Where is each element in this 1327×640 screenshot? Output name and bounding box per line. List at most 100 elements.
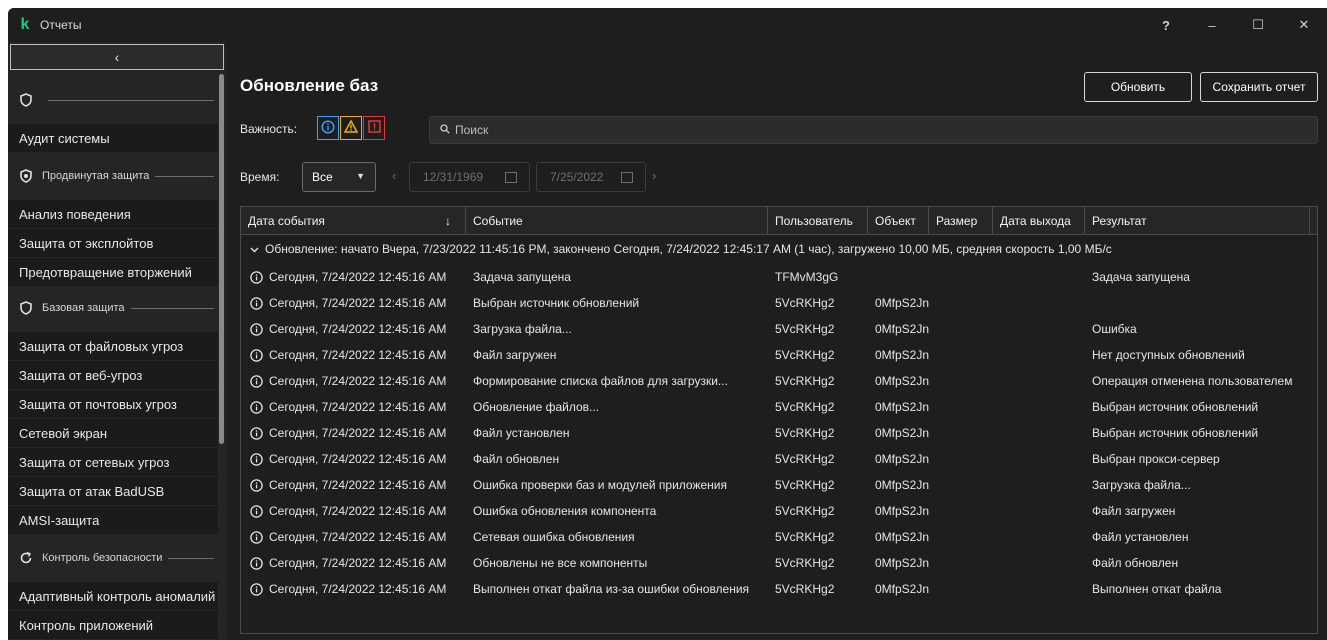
cell-result: Выбран прокси-сервер — [1092, 446, 1220, 472]
sidebar-scrollbar[interactable] — [219, 74, 224, 444]
cell-text: Сегодня, 7/24/2022 12:45:16 AM — [269, 556, 447, 570]
sidebar-item-app-control[interactable]: Контроль приложений — [8, 611, 218, 639]
sidebar-item-web-threat[interactable]: Защита от веб-угроз — [8, 361, 218, 389]
info-icon — [321, 119, 335, 137]
severity-critical-toggle[interactable] — [363, 116, 385, 140]
sidebar-item-network-threat[interactable]: Защита от сетевых угроз — [8, 448, 218, 476]
cell-text: Сегодня, 7/24/2022 12:45:16 AM — [269, 374, 447, 388]
table-row[interactable]: Сегодня, 7/24/2022 12:45:16 AM Обновлены … — [241, 550, 1317, 576]
help-button[interactable]: ? — [1143, 8, 1189, 42]
time-range-select[interactable]: Все ▼ — [302, 162, 376, 192]
divider — [48, 99, 214, 101]
date-from-field[interactable]: 12/31/1969 — [409, 162, 530, 192]
critical-icon — [367, 120, 381, 136]
cell-text: 5VcRKHg2 — [775, 556, 835, 570]
cell-text: Сегодня, 7/24/2022 12:45:16 AM — [269, 400, 447, 414]
cell-event: Файл загружен — [473, 342, 556, 368]
refresh-button[interactable]: Обновить — [1084, 72, 1192, 102]
cell-text: Файл загружен — [1092, 504, 1176, 518]
table-row[interactable]: Сегодня, 7/24/2022 12:45:16 AM Выполнен о… — [241, 576, 1317, 602]
window-controls: ? – ☐ ✕ — [1143, 8, 1327, 42]
table-row[interactable]: Сегодня, 7/24/2022 12:45:16 AM Ошибка про… — [241, 472, 1317, 498]
table-row[interactable]: Сегодня, 7/24/2022 12:45:16 AM Файл загру… — [241, 342, 1317, 368]
sidebar-item-file-threat[interactable]: Защита от файловых угроз — [8, 332, 218, 360]
cell-text: Обновление файлов... — [473, 400, 600, 414]
sidebar-collapse-button[interactable]: ‹ — [10, 44, 224, 70]
table-row[interactable]: Сегодня, 7/24/2022 12:45:16 AM Выбран ист… — [241, 290, 1317, 316]
cell-text: Файл установлен — [473, 426, 570, 440]
calendar-icon[interactable] — [505, 172, 517, 183]
cell-text: 5VcRKHg2 — [775, 322, 835, 336]
chevron-down-icon[interactable] — [250, 242, 259, 256]
search-input[interactable]: Поиск — [429, 116, 1318, 144]
column-header-object[interactable]: Объект — [868, 207, 929, 234]
table-row[interactable]: Сегодня, 7/24/2022 12:45:16 AM Файл устан… — [241, 420, 1317, 446]
cell-text: Задача запущена — [473, 270, 571, 284]
divider — [130, 307, 214, 309]
info-icon — [250, 582, 263, 596]
column-header-date[interactable]: Дата события ↓ — [241, 207, 466, 234]
cell-user: 5VcRKHg2 — [775, 420, 834, 446]
sidebar-item-mail-threat[interactable]: Защита от почтовых угроз — [8, 390, 218, 418]
info-icon — [250, 530, 263, 544]
column-header-result[interactable]: Результат — [1085, 207, 1310, 234]
cell-text: Ошибка обновления компонента — [473, 504, 657, 518]
severity-warning-toggle[interactable] — [340, 116, 362, 140]
sidebar-group-advanced: Продвинутая защита — [8, 166, 218, 186]
table-row[interactable]: Сегодня, 7/24/2022 12:45:16 AM Задача зап… — [241, 264, 1317, 290]
cell-result: Ошибка — [1092, 316, 1137, 342]
save-report-button[interactable]: Сохранить отчет — [1200, 72, 1318, 102]
cell-object: 0MfpS2Jn — [875, 290, 929, 316]
table-row[interactable]: Сегодня, 7/24/2022 12:45:16 AM Ошибка обн… — [241, 498, 1317, 524]
column-header-size[interactable]: Размер — [929, 207, 993, 234]
column-header-event[interactable]: Событие — [466, 207, 768, 234]
sidebar-group-label: Базовая защита — [42, 302, 125, 314]
cell-text: Выбран источник обновлений — [1092, 400, 1259, 414]
next-period-button[interactable]: › — [652, 168, 656, 183]
cell-text: Выполнен откат файла — [1092, 582, 1222, 596]
sidebar-group-general — [8, 90, 218, 110]
minimize-button[interactable]: – — [1189, 8, 1235, 42]
close-button[interactable]: ✕ — [1281, 8, 1327, 42]
cell-user: 5VcRKHg2 — [775, 290, 834, 316]
search-placeholder: Поиск — [455, 123, 489, 137]
cell-text: Загрузка файла... — [1092, 478, 1191, 492]
table-row[interactable]: Сегодня, 7/24/2022 12:45:16 AM Обновление… — [241, 394, 1317, 420]
sidebar-item-adaptive-anomaly[interactable]: Адаптивный контроль аномалий — [8, 582, 218, 610]
table-row[interactable]: Сегодня, 7/24/2022 12:45:16 AM Загрузка ф… — [241, 316, 1317, 342]
table-row[interactable]: Сегодня, 7/24/2022 12:45:16 AM Файл обнов… — [241, 446, 1317, 472]
maximize-button[interactable]: ☐ — [1235, 8, 1281, 42]
sidebar-item-badusb[interactable]: Защита от атак BadUSB — [8, 477, 218, 505]
shield-basic-icon — [18, 300, 34, 316]
sidebar-item-intrusion-prevention[interactable]: Предотвращение вторжений — [8, 258, 218, 286]
column-header-user[interactable]: Пользователь — [768, 207, 868, 234]
title-bar: k Отчеты ? – ☐ ✕ — [8, 8, 1327, 42]
cell-date: Сегодня, 7/24/2022 12:45:16 AM — [250, 342, 446, 368]
cell-result: Файл обновлен — [1092, 550, 1178, 576]
window-title: Отчеты — [40, 18, 82, 32]
sidebar-item-behavior-analysis[interactable]: Анализ поведения — [8, 200, 218, 228]
column-header-release-date[interactable]: Дата выхода — [993, 207, 1085, 234]
sidebar-item-system-audit[interactable]: Аудит системы — [8, 124, 218, 152]
page-title: Обновление баз — [240, 76, 379, 95]
cell-text: 0MfpS2Jn — [875, 400, 930, 414]
cell-object: 0MfpS2Jn — [875, 420, 929, 446]
prev-period-button[interactable]: ‹ — [392, 168, 396, 183]
cell-text: 0MfpS2Jn — [875, 530, 930, 544]
sidebar-item-exploit-prevention[interactable]: Защита от эксплойтов — [8, 229, 218, 257]
cell-event: Выбран источник обновлений — [473, 290, 639, 316]
table-row[interactable]: Сегодня, 7/24/2022 12:45:16 AM Формирован… — [241, 368, 1317, 394]
group-row-update[interactable]: Обновление: начато Вчера, 7/23/2022 11:4… — [241, 236, 1317, 262]
cell-result: Файл установлен — [1092, 524, 1188, 550]
date-to-field[interactable]: 7/25/2022 — [536, 162, 646, 192]
sidebar-item-amsi[interactable]: AMSI-защита — [8, 506, 218, 534]
sidebar-item-firewall[interactable]: Сетевой экран — [8, 419, 218, 447]
time-range-value: Все — [312, 170, 333, 184]
severity-info-toggle[interactable] — [317, 116, 339, 140]
sidebar-group-label: Продвинутая защита — [42, 170, 150, 182]
table-row[interactable]: Сегодня, 7/24/2022 12:45:16 AM Сетевая ош… — [241, 524, 1317, 550]
calendar-icon[interactable] — [621, 172, 633, 183]
kaspersky-logo-icon: k — [20, 16, 30, 33]
divider — [155, 175, 214, 177]
cell-text: Сегодня, 7/24/2022 12:45:16 AM — [269, 296, 447, 310]
